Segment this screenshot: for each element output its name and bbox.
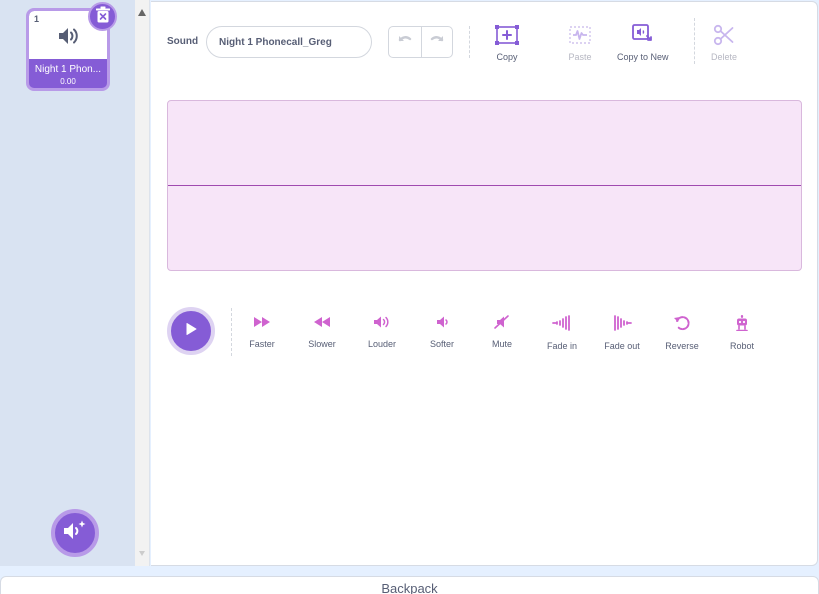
- sound-tile-duration: 0.00: [60, 77, 76, 86]
- add-sound-button[interactable]: [51, 509, 99, 557]
- trash-icon: [95, 6, 111, 28]
- waveform-line: [168, 185, 801, 186]
- effect-fade-out-label: Fade out: [604, 341, 640, 351]
- effect-reverse-label: Reverse: [665, 341, 699, 351]
- scroll-down-arrow-icon[interactable]: [139, 551, 145, 556]
- redo-icon: [429, 33, 445, 51]
- paste-button[interactable]: Paste: [567, 24, 593, 62]
- sound-list-scrollbar[interactable]: [135, 0, 150, 566]
- sound-tile-index: 1: [34, 14, 40, 24]
- reverse-icon: [673, 315, 691, 336]
- effect-faster-label: Faster: [249, 339, 275, 349]
- play-button[interactable]: [167, 307, 215, 355]
- effect-fade-in-button[interactable]: Fade in: [532, 315, 592, 351]
- robot-icon: [734, 315, 750, 336]
- undo-button[interactable]: [389, 27, 421, 57]
- effect-robot-label: Robot: [729, 341, 755, 351]
- copy-to-new-label: Copy to New: [617, 52, 669, 62]
- effect-mute-button[interactable]: Mute: [472, 315, 532, 349]
- effect-fade-out-button[interactable]: Fade out: [592, 315, 652, 351]
- effect-louder-label: Louder: [367, 339, 397, 349]
- undo-redo-group: [388, 26, 453, 58]
- effect-softer-label: Softer: [429, 339, 454, 349]
- copy-label: Copy: [496, 52, 518, 62]
- sound-name-input[interactable]: [206, 26, 372, 58]
- delete-label: Delete: [711, 52, 738, 62]
- effect-mute-label: Mute: [491, 339, 512, 349]
- copy-to-new-icon: [631, 24, 655, 46]
- sound-name-label: Sound: [167, 36, 199, 47]
- undo-icon: [397, 33, 413, 51]
- effect-faster-button[interactable]: Faster: [232, 315, 292, 349]
- effect-fade-in-label: Fade in: [546, 341, 578, 351]
- backpack-panel[interactable]: Backpack: [0, 576, 819, 594]
- delete-button[interactable]: Delete: [711, 24, 737, 62]
- sound-list-pane: 1 Night 1 Phon... 0.00: [0, 0, 135, 566]
- copy-button[interactable]: Copy: [494, 24, 520, 62]
- copy-icon: [494, 24, 520, 46]
- effect-slower-label: Slower: [308, 339, 336, 349]
- fade-in-icon: [552, 315, 572, 336]
- add-sound-icon: [62, 519, 88, 548]
- speaker-icon: [57, 26, 81, 51]
- fast-forward-icon: [253, 315, 271, 334]
- effect-slower-button[interactable]: Slower: [292, 315, 352, 349]
- fade-out-icon: [612, 315, 632, 336]
- effect-robot-button[interactable]: Robot: [712, 315, 772, 351]
- rewind-icon: [313, 315, 331, 334]
- effect-reverse-button[interactable]: Reverse: [652, 315, 712, 351]
- sound-editor: Sound Night 1 Phonecall_Greg Copy Paste …: [151, 1, 818, 566]
- volume-up-icon: [373, 315, 391, 334]
- delete-sound-button[interactable]: [88, 2, 117, 31]
- sound-tile-name: Night 1 Phon...: [34, 64, 102, 75]
- copy-to-new-button[interactable]: Copy to New: [617, 24, 669, 62]
- effect-softer-button[interactable]: Softer: [412, 315, 472, 349]
- volume-down-icon: [433, 315, 451, 334]
- effect-louder-button[interactable]: Louder: [352, 315, 412, 349]
- play-icon: [184, 322, 198, 341]
- toolbar-divider: [469, 26, 470, 58]
- mute-icon: [493, 315, 511, 334]
- toolbar-divider: [694, 18, 695, 64]
- scissors-icon: [713, 24, 735, 46]
- paste-label: Paste: [568, 52, 592, 62]
- paste-icon: [567, 24, 593, 46]
- backpack-label: Backpack: [381, 581, 438, 594]
- scroll-up-arrow-icon[interactable]: [138, 9, 146, 16]
- redo-button[interactable]: [420, 27, 453, 57]
- waveform-display[interactable]: [167, 100, 802, 271]
